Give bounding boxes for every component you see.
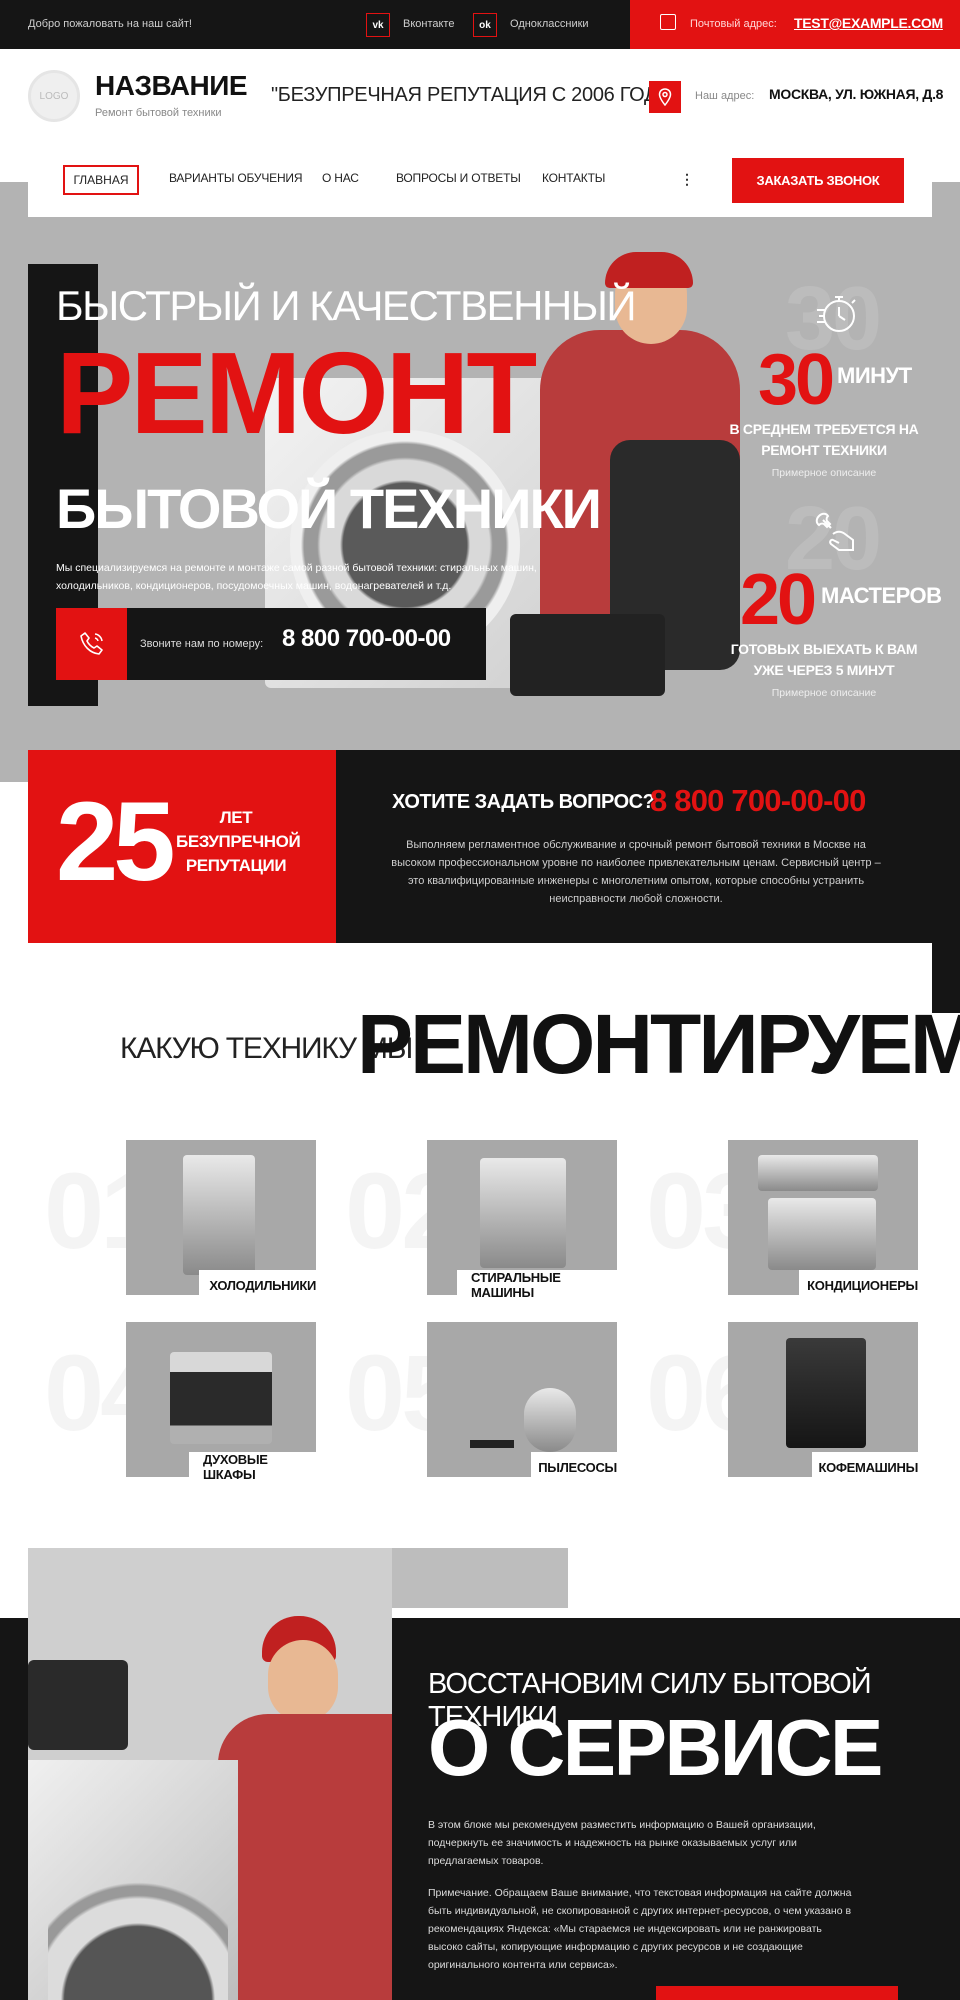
stat-unit: МАСТЕРОВ xyxy=(821,583,942,608)
phone-icon xyxy=(56,608,127,680)
hero-title-2: БЫТОВОЙ ТЕХНИКИ xyxy=(56,477,602,540)
address-label: Наш адрес: xyxy=(695,90,755,102)
nav-item-home[interactable]: ГЛАВНАЯ xyxy=(63,165,139,195)
more-menu-icon[interactable]: ⋮ xyxy=(680,171,694,188)
service-toolbox xyxy=(28,1660,128,1750)
toolbox-image xyxy=(510,614,665,696)
years-text: ЛЕТ БЕЗУПРЕЧНОЙ РЕПУТАЦИИ xyxy=(176,808,301,875)
stat-unit: МИНУТ xyxy=(837,363,912,388)
odnoklassniki-link[interactable]: Одноклассники xyxy=(510,18,589,30)
nav-item-faq[interactable]: ВОПРОСЫ И ОТВЕТЫ xyxy=(396,171,521,185)
card-label[interactable]: КОНДИЦИОНЕРЫ xyxy=(799,1270,918,1300)
order-call-button[interactable]: ЗАКАЗАТЬ ЗВОНОК xyxy=(732,158,904,203)
stopwatch-icon xyxy=(808,283,868,343)
nav-item-training[interactable]: ВАРИАНТЫ ОБУЧЕНИЯ xyxy=(169,171,303,185)
hero-title: РЕМОНТ xyxy=(56,328,537,458)
stat-note: Примерное описание xyxy=(771,467,877,479)
logo[interactable]: LOGO xyxy=(28,70,80,122)
wrench-hand-icon xyxy=(808,503,868,563)
brand-tagline: Ремонт бытовой техники xyxy=(95,107,222,119)
coffee-machine-icon xyxy=(786,1338,866,1448)
vacuum-nozzle xyxy=(470,1440,514,1448)
welcome-text: Добро пожаловать на наш сайт! xyxy=(28,18,192,30)
service-title: О СЕРВИСЕ xyxy=(428,1703,883,1792)
map-pin-icon xyxy=(649,81,681,113)
card-label[interactable]: СТИРАЛЬНЫЕ МАШИНЫ xyxy=(457,1270,617,1300)
question-heading: ХОТИТЕ ЗАДАТЬ ВОПРОС? xyxy=(392,791,655,813)
card-label[interactable]: ХОЛОДИЛЬНИКИ xyxy=(199,1270,316,1300)
nav-item-contacts[interactable]: КОНТАКТЫ xyxy=(542,171,605,185)
vk-link[interactable]: Вконтакте xyxy=(403,18,454,30)
service-paragraph-2: Примечание. Обращаем Ваше внимание, что … xyxy=(428,1887,852,1971)
stat-number: 20 xyxy=(740,560,817,640)
address-value: МОСКВА, УЛ. ЮЖНАЯ, Д.8 xyxy=(769,86,944,102)
mail-link[interactable]: TEST@EXAMPLE.COM xyxy=(794,15,943,31)
mail-label: Почтовый адрес: xyxy=(690,18,777,30)
odnoklassniki-icon[interactable]: ok xyxy=(473,13,497,37)
question-description: Выполняем регламентное обслуживание и ср… xyxy=(391,839,881,905)
fridge-icon xyxy=(183,1155,255,1275)
service-paragraph-1: В этом блоке мы рекомендуем разместить и… xyxy=(428,1819,816,1867)
card-label[interactable]: КОФЕМАШИНЫ xyxy=(812,1452,918,1482)
hero-phone-number[interactable]: 8 800 700-00-00 xyxy=(282,625,451,653)
ac-outdoor-unit xyxy=(768,1198,876,1270)
washing-machine-icon xyxy=(480,1158,566,1268)
nav-item-about[interactable]: О НАС xyxy=(322,171,359,185)
brand-name: НАЗВАНИЕ xyxy=(95,70,248,101)
repairs-title: РЕМОНТИРУЕМ xyxy=(357,997,960,1091)
stat-description: ГОТОВЫХ ВЫЕХАТЬ К ВАМ УЖЕ ЧЕРЕЗ 5 МИНУТ xyxy=(730,641,918,678)
service-repairman-face xyxy=(268,1640,338,1722)
hero-description: Мы специализируемся на ремонте и монтаже… xyxy=(56,562,537,592)
stat-note: Примерное описание xyxy=(771,687,877,699)
service-button[interactable] xyxy=(656,1986,898,2000)
card-label[interactable]: ДУХОВЫЕ ШКАФЫ xyxy=(189,1452,316,1482)
stat-description: В СРЕДНЕМ ТРЕБУЕТСЯ НА РЕМОНТ ТЕХНИКИ xyxy=(729,421,919,458)
years-number: 25 xyxy=(56,779,176,904)
card-label[interactable]: ПЫЛЕСОСЫ xyxy=(531,1452,617,1482)
air-conditioner-icon xyxy=(758,1155,878,1191)
stat-number: 30 xyxy=(758,340,835,420)
hero-phone-label: Звоните нам по номеру: xyxy=(140,638,264,650)
question-phone[interactable]: 8 800 700-00-00 xyxy=(650,783,866,819)
hero-subtitle: БЫСТРЫЙ И КАЧЕСТВЕННЫЙ xyxy=(56,282,637,329)
slogan: "БЕЗУПРЕЧНАЯ РЕПУТАЦИЯ С 2006 ГОДА" xyxy=(271,84,678,106)
envelope-icon xyxy=(660,14,676,30)
vk-icon[interactable]: vk xyxy=(366,13,390,37)
oven-icon xyxy=(170,1352,272,1444)
vacuum-cleaner-icon xyxy=(524,1388,576,1452)
service-repairman-body xyxy=(218,1714,392,2000)
